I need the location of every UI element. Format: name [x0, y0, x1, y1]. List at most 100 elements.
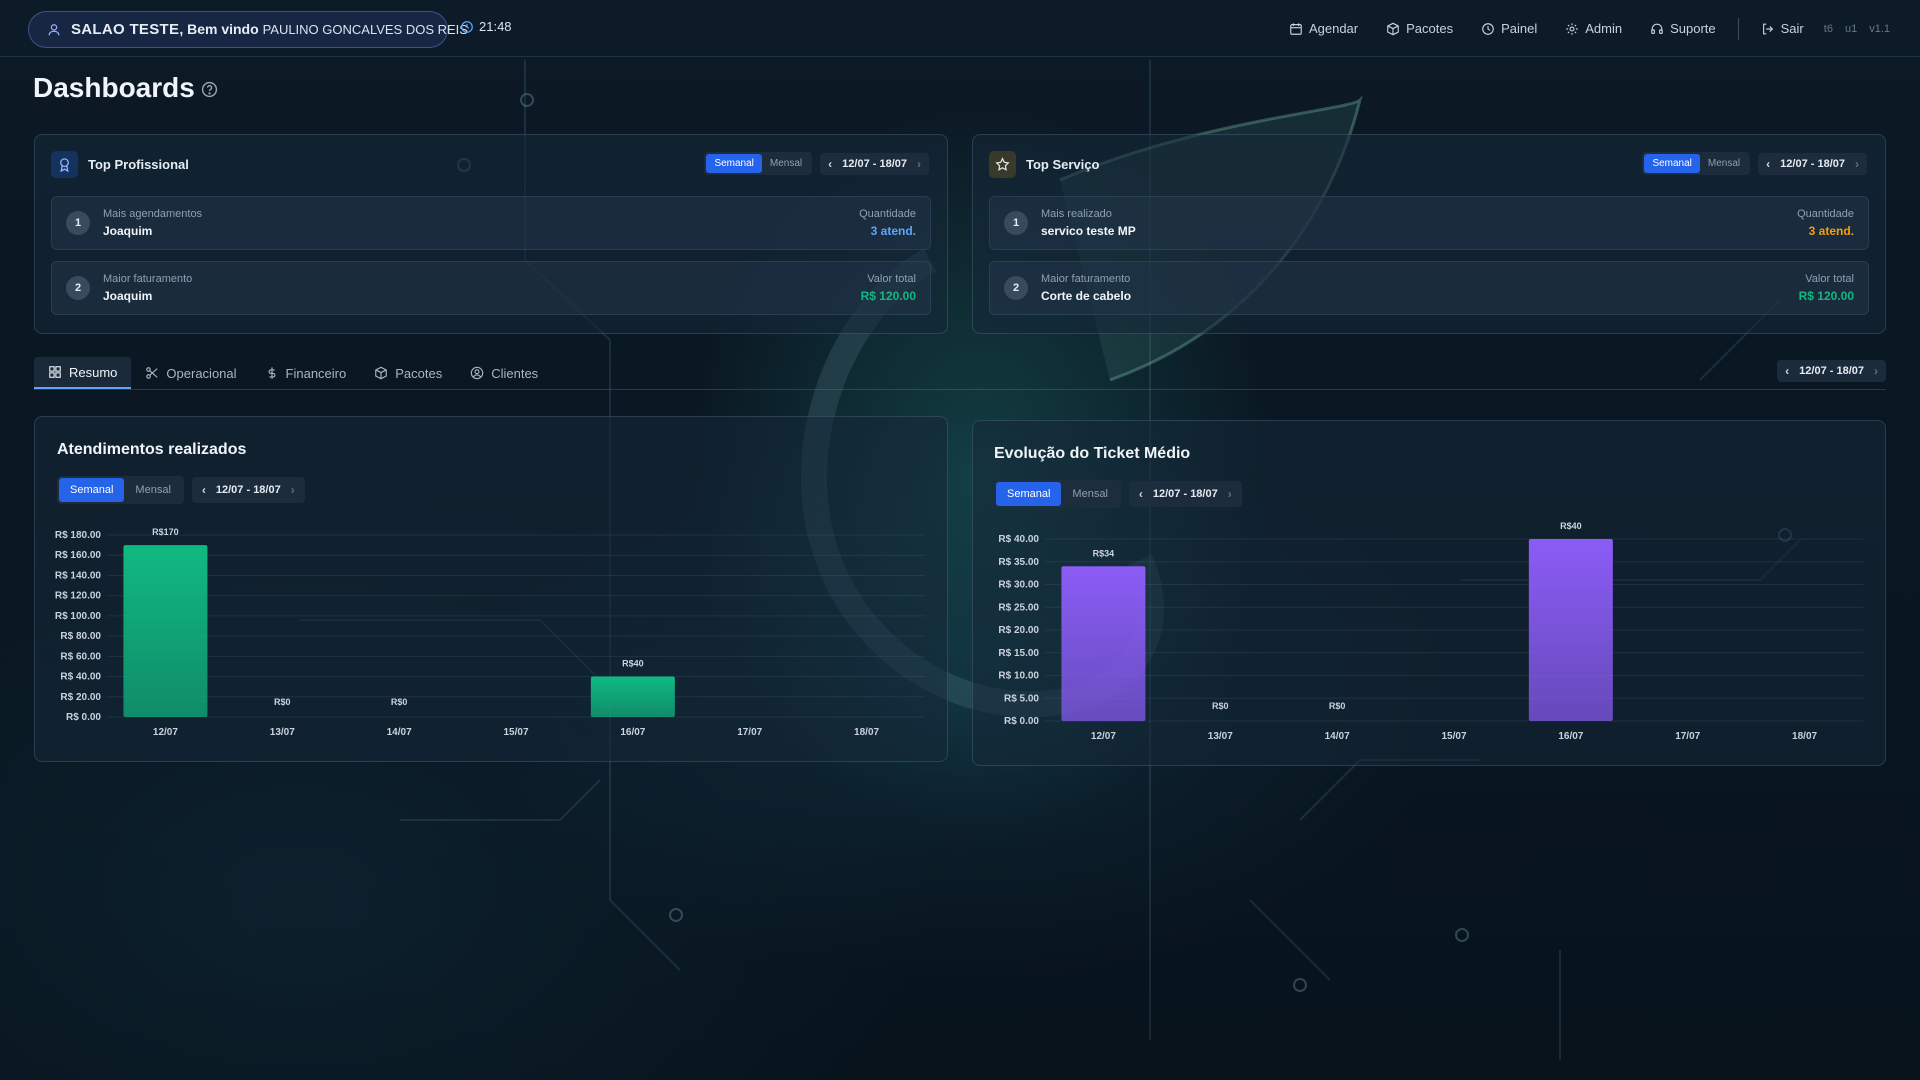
y-tick-label: R$ 25.00: [998, 602, 1039, 613]
monthly-button[interactable]: Mensal: [1700, 154, 1748, 173]
x-tick-label: 18/07: [1792, 731, 1817, 742]
ticket-bar-chart: R$ 0.00 R$ 5.00 R$ 10.00 R$ 15.00 R$ 20.00 R$…: [998, 521, 1863, 742]
salon-name: SALAO TESTE: [71, 21, 180, 38]
y-tick-label: R$ 20.00: [60, 692, 101, 703]
rank-label: Maior faturamento: [1041, 273, 1131, 285]
tab-label: Clientes: [491, 365, 539, 381]
x-tick-label: 15/07: [503, 727, 528, 738]
x-tick-label: 13/07: [1208, 731, 1233, 742]
award-icon: [51, 151, 78, 178]
y-tick-label: R$ 120.00: [55, 591, 102, 602]
tab-clientes[interactable]: Clientes: [456, 357, 552, 389]
scissors-icon: [145, 366, 159, 380]
tab-pacotes[interactable]: Pacotes: [360, 357, 456, 389]
chevron-right-icon[interactable]: ›: [1874, 364, 1878, 378]
card-title: Top Serviço: [1026, 157, 1100, 172]
date-range-picker: ‹ 12/07 - 18/07 ›: [820, 152, 929, 175]
nav-painel[interactable]: Painel: [1467, 21, 1551, 36]
data-label: R$0: [1212, 701, 1229, 711]
logout-label: Sair: [1780, 21, 1804, 36]
monthly-button[interactable]: Mensal: [762, 154, 810, 173]
nav-label: Agendar: [1308, 21, 1359, 36]
nav-pacotes[interactable]: Pacotes: [1372, 21, 1467, 36]
card-title: Top Profissional: [88, 157, 189, 172]
nav-admin[interactable]: Admin: [1551, 21, 1636, 36]
tab-label: Pacotes: [395, 365, 443, 381]
package-icon: [1386, 22, 1400, 36]
tab-operacional[interactable]: Operacional: [131, 357, 250, 389]
rank-number: 2: [1004, 276, 1028, 300]
nav-label: Admin: [1585, 21, 1623, 36]
bar: [590, 676, 675, 717]
y-tick-label: R$ 40.00: [998, 534, 1039, 545]
rank-number: 1: [1004, 211, 1028, 235]
rank-value-label: Quantidade: [1797, 208, 1854, 220]
y-tick-label: R$ 35.00: [998, 557, 1039, 568]
y-tick-label: R$ 30.00: [998, 580, 1039, 591]
weekly-button[interactable]: Semanal: [1644, 154, 1700, 173]
x-tick-label: 14/07: [387, 727, 412, 738]
page-title: Dashboards: [33, 72, 195, 103]
data-label: R$40: [622, 659, 644, 669]
gear-icon: [1565, 22, 1579, 36]
user-icon: [47, 23, 61, 37]
chevron-right-icon[interactable]: ›: [1855, 157, 1859, 171]
version-tag: u1: [1844, 22, 1858, 35]
date-range-picker: ‹ 12/07 - 18/07 ›: [1758, 152, 1867, 175]
period-toggle: Semanal Mensal: [1642, 152, 1751, 175]
x-tick-label: 13/07: [270, 727, 295, 738]
chevron-right-icon[interactable]: ›: [917, 157, 921, 171]
chevron-left-icon[interactable]: ‹: [1785, 364, 1789, 378]
star-icon: [989, 151, 1016, 178]
tabs-date-range-picker: ‹ 12/07 - 18/07 ›: [1777, 360, 1886, 382]
ranking-row: 1 Mais realizado servico teste MP Quanti…: [989, 196, 1869, 250]
date-range-label: 12/07 - 18/07: [842, 157, 907, 170]
x-tick-label: 12/07: [1091, 731, 1116, 742]
clock: 21:48: [460, 19, 512, 34]
nav-suporte[interactable]: Suporte: [1636, 21, 1730, 36]
ranking-row: 2 Maior faturamento Corte de cabelo Valo…: [989, 261, 1869, 315]
user-circle-icon: [470, 366, 484, 380]
x-tick-label: 16/07: [620, 727, 645, 738]
nav-agendar[interactable]: Agendar: [1275, 21, 1372, 36]
data-label: R$0: [274, 697, 291, 707]
version-tag: t6: [1823, 22, 1833, 35]
chevron-left-icon[interactable]: ‹: [828, 157, 832, 171]
rank-value-label: Valor total: [867, 273, 916, 285]
tab-financeiro[interactable]: Financeiro: [251, 357, 361, 389]
x-tick-label: 17/07: [1675, 731, 1700, 742]
tab-label: Resumo: [69, 364, 118, 380]
dashboard-tabs: Resumo Operacional Financeiro Pacotes Cl…: [34, 357, 552, 389]
appointments-chart-card: Atendimentos realizados Semanal Mensal ‹…: [34, 416, 948, 762]
version-tag: v1.1: [1869, 22, 1890, 35]
chevron-left-icon[interactable]: ‹: [1766, 157, 1770, 171]
rank-value: 3 atend.: [870, 224, 916, 238]
top-service-card: Top Serviço Semanal Mensal ‹ 12/07 - 18/…: [972, 134, 1886, 334]
x-tick-label: 17/07: [737, 727, 762, 738]
calendar-icon: [1289, 22, 1303, 36]
data-label: R$40: [1560, 521, 1582, 531]
help-icon[interactable]: [201, 81, 218, 103]
date-range-label: 12/07 - 18/07: [1799, 365, 1864, 377]
y-tick-label: R$ 60.00: [60, 651, 101, 662]
ranking-row: 1 Mais agendamentos Joaquim Quantidade 3…: [51, 196, 931, 250]
rank-name: Joaquim: [103, 289, 153, 303]
rank-value: R$ 120.00: [1798, 289, 1854, 303]
data-label: R$170: [152, 527, 179, 537]
rank-label: Mais realizado: [1041, 208, 1112, 220]
y-tick-label: R$ 20.00: [998, 625, 1039, 636]
tab-resumo[interactable]: Resumo: [34, 357, 132, 389]
nav-divider: [1737, 17, 1739, 40]
clock-icon: [1481, 22, 1495, 36]
weekly-button[interactable]: Semanal: [706, 154, 762, 173]
user-welcome-pill[interactable]: SALAO TESTE, Bem vindo PAULINO GONCALVES…: [28, 11, 468, 48]
y-tick-label: R$ 40.00: [60, 672, 101, 683]
rank-label: Mais agendamentos: [103, 208, 203, 220]
tab-label: Operacional: [166, 365, 237, 381]
rank-name: servico teste MP: [1041, 224, 1136, 238]
package-icon: [374, 366, 388, 380]
date-range-label: 12/07 - 18/07: [1780, 157, 1845, 170]
top-bar: SALAO TESTE, Bem vindo PAULINO GONCALVES…: [0, 0, 1920, 57]
logout-button[interactable]: Sair: [1747, 21, 1818, 36]
top-professional-card: Top Profissional Semanal Mensal ‹ 12/07 …: [34, 134, 948, 334]
